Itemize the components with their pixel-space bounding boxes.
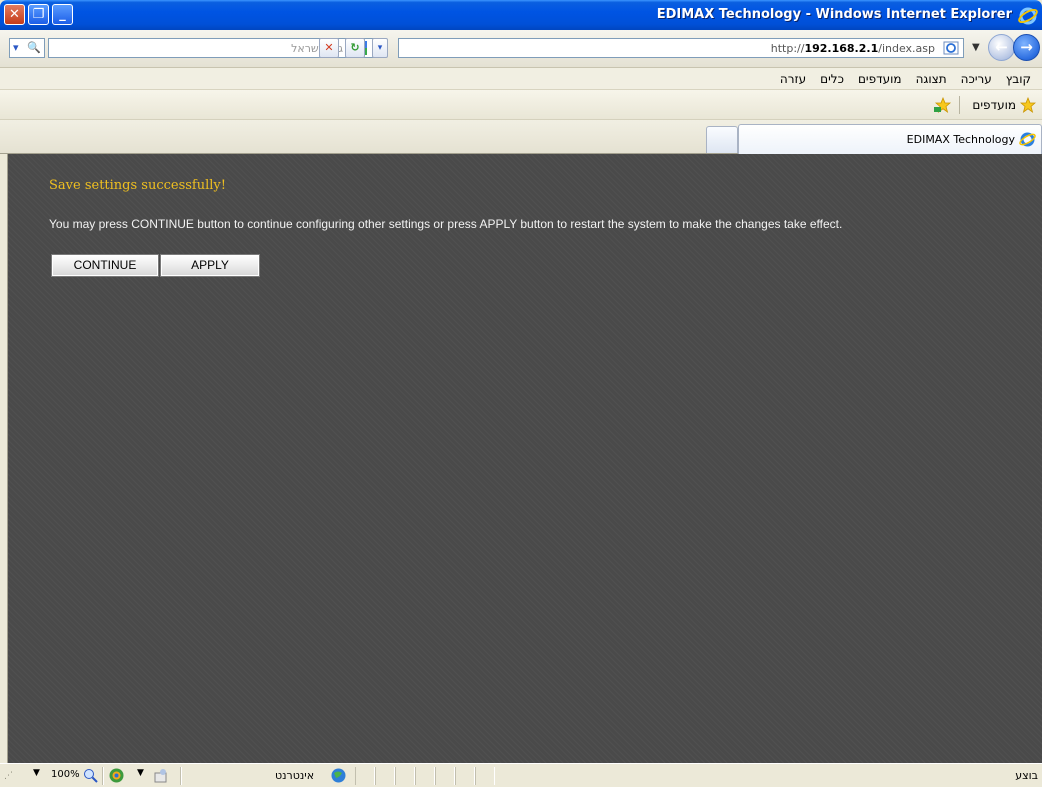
arrow-right-icon: → [1020,38,1033,56]
success-message: Save settings successfully! [49,178,227,193]
add-favorite-icon[interactable] [934,97,952,113]
zoom-dropdown[interactable]: ▼ [33,768,40,778]
ie-logo-icon [1019,132,1036,147]
recent-pages-dropdown[interactable]: ▼ [972,42,980,53]
chevron-down-icon[interactable]: ▼ [137,768,144,778]
tab-title: EDIMAX Technology [906,133,1015,146]
status-separator [102,767,104,785]
status-pane [395,767,415,785]
forward-button[interactable]: → [1013,34,1040,61]
status-text: בוצע [1015,769,1038,782]
continue-button[interactable]: CONTINUE [51,254,159,277]
refresh-button[interactable]: ↻ [345,38,365,58]
security-zone: אינטרנט [275,769,315,782]
restore-button[interactable]: ❐ [28,4,49,25]
minimize-button[interactable]: _ [52,4,73,25]
tab-edimax[interactable]: EDIMAX Technology [738,124,1042,154]
close-button[interactable]: ✕ [4,4,25,25]
menu-bar: קובץ עריכה תצוגה מועדפים כלים עזרה [0,68,1042,90]
menu-view[interactable]: תצוגה [909,68,954,86]
status-pane [355,767,375,785]
status-pane [435,767,455,785]
menu-edit[interactable]: עריכה [954,68,999,86]
menu-file[interactable]: קובץ [999,68,1038,86]
address-history-dropdown[interactable]: ▾ [372,38,388,58]
arrow-left-icon: ← [995,38,1008,56]
menu-help[interactable]: עזרה [773,68,813,86]
favorites-button[interactable]: מועדפים [972,98,1016,112]
search-provider-dropdown[interactable]: ▾ 🔍 [9,38,45,58]
info-message: You may press CONTINUE button to continu… [49,217,843,231]
window-title: EDIMAX Technology - Windows Internet Exp… [656,7,1012,22]
title-bar: ✕ ❐ _ EDIMAX Technology - Windows Intern… [0,0,1042,30]
content-left-border [0,154,8,763]
apply-button[interactable]: APPLY [160,254,260,277]
status-pane [475,767,495,785]
resize-grip-icon[interactable]: ⋰ [4,771,13,781]
ie-logo-icon [1018,7,1038,25]
url-text: http://192.168.2.1/index.asp [770,42,935,55]
zoom-level[interactable]: 100% [51,769,80,780]
favorites-star-icon[interactable] [1020,97,1036,113]
tab-bar: EDIMAX Technology [0,120,1042,154]
popup-blocker-icon[interactable] [152,767,169,784]
status-pane [455,767,475,785]
back-button[interactable]: ← [988,34,1015,61]
menu-tools[interactable]: כלים [813,68,851,86]
stop-button[interactable]: ✕ [319,38,339,58]
menu-favorites[interactable]: מועדפים [851,68,909,86]
address-input[interactable]: http://192.168.2.1/index.asp [398,38,964,58]
status-bar: ⋰ ▼ 100% ▼ אינטרנט בוצע [0,763,1042,787]
status-separator [180,767,182,785]
status-pane [375,767,395,785]
zoom-icon[interactable] [83,768,98,783]
ie-window: ✕ ❐ _ EDIMAX Technology - Windows Intern… [0,0,1042,787]
page-content: Save settings successfully! You may pres… [8,154,1042,763]
page-icon [943,41,959,55]
status-pane [415,767,435,785]
new-tab-button[interactable] [706,126,738,153]
chevron-down-icon: ▾ [13,41,19,54]
toolbar-separator [959,96,960,114]
protected-mode-icon[interactable] [108,767,125,784]
favorites-bar: מועדפים [0,90,1042,120]
globe-icon [331,768,346,783]
address-toolbar: ▾ 🔍 גוגל ישראל ✕ ↻ ▾ http://192.168.2.1/… [0,30,1042,68]
search-icon: 🔍 [27,41,41,54]
